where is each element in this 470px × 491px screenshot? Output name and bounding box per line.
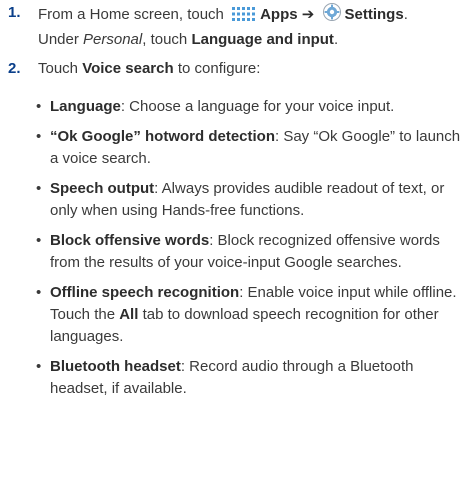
option-term: Offline speech recognition xyxy=(50,284,240,301)
step-text: , touch xyxy=(142,31,188,48)
personal-label: Personal xyxy=(83,31,143,48)
all-tab-label: All xyxy=(119,306,139,323)
step-text: Touch xyxy=(38,60,79,77)
option-term: Block offensive words xyxy=(50,232,210,249)
step-2-text: Touch Voice search to configure: xyxy=(38,58,463,80)
option-term: Language xyxy=(50,98,121,115)
settings-label: Settings xyxy=(344,6,404,23)
punct: . xyxy=(403,6,408,23)
bullet-icon: • xyxy=(36,358,42,375)
list-item: • Language: Choose a language for your v… xyxy=(36,96,464,118)
list-item: • Bluetooth headset: Record audio throug… xyxy=(36,356,464,400)
bullet-icon: • xyxy=(36,284,42,301)
list-item: • Block offensive words: Block recognize… xyxy=(36,230,464,274)
voice-search-label: Voice search xyxy=(82,60,174,77)
bullet-icon: • xyxy=(36,98,42,115)
instruction-page: 1. From a Home screen, touch Apps ➔ Sett… xyxy=(0,0,470,491)
option-term: Speech output xyxy=(50,180,155,197)
option-desc: : Choose a language for your voice input… xyxy=(120,98,395,115)
step-text: to configure: xyxy=(177,60,261,77)
step-1-text: From a Home screen, touch Apps ➔ Setting… xyxy=(38,2,463,51)
bullet-icon: • xyxy=(36,180,42,197)
list-item: • Speech output: Always provides audible… xyxy=(36,178,464,222)
apps-grid-icon xyxy=(231,6,257,29)
list-item: • Offline speech recognition: Enable voi… xyxy=(36,282,464,348)
option-term: “Ok Google” hotword detection xyxy=(50,128,275,145)
step-number: 1. xyxy=(8,4,21,21)
option-list: • Language: Choose a language for your v… xyxy=(36,96,464,408)
option-term: Bluetooth headset xyxy=(50,358,181,375)
apps-label: Apps xyxy=(260,6,298,23)
bullet-icon: • xyxy=(36,128,42,145)
bullet-icon: • xyxy=(36,232,42,249)
step-1: 1. From a Home screen, touch Apps ➔ Sett… xyxy=(8,2,463,51)
arrow-icon: ➔ xyxy=(301,6,315,23)
step-number: 2. xyxy=(8,60,21,77)
punct: . xyxy=(333,31,339,48)
language-and-input-label: Language and input xyxy=(191,31,334,48)
step-text: Under xyxy=(38,31,79,48)
step-2: 2. Touch Voice search to configure: xyxy=(8,58,463,80)
settings-gear-icon xyxy=(322,2,342,29)
step-text: From a Home screen, touch xyxy=(38,6,224,23)
list-item: • “Ok Google” hotword detection: Say “Ok… xyxy=(36,126,464,170)
